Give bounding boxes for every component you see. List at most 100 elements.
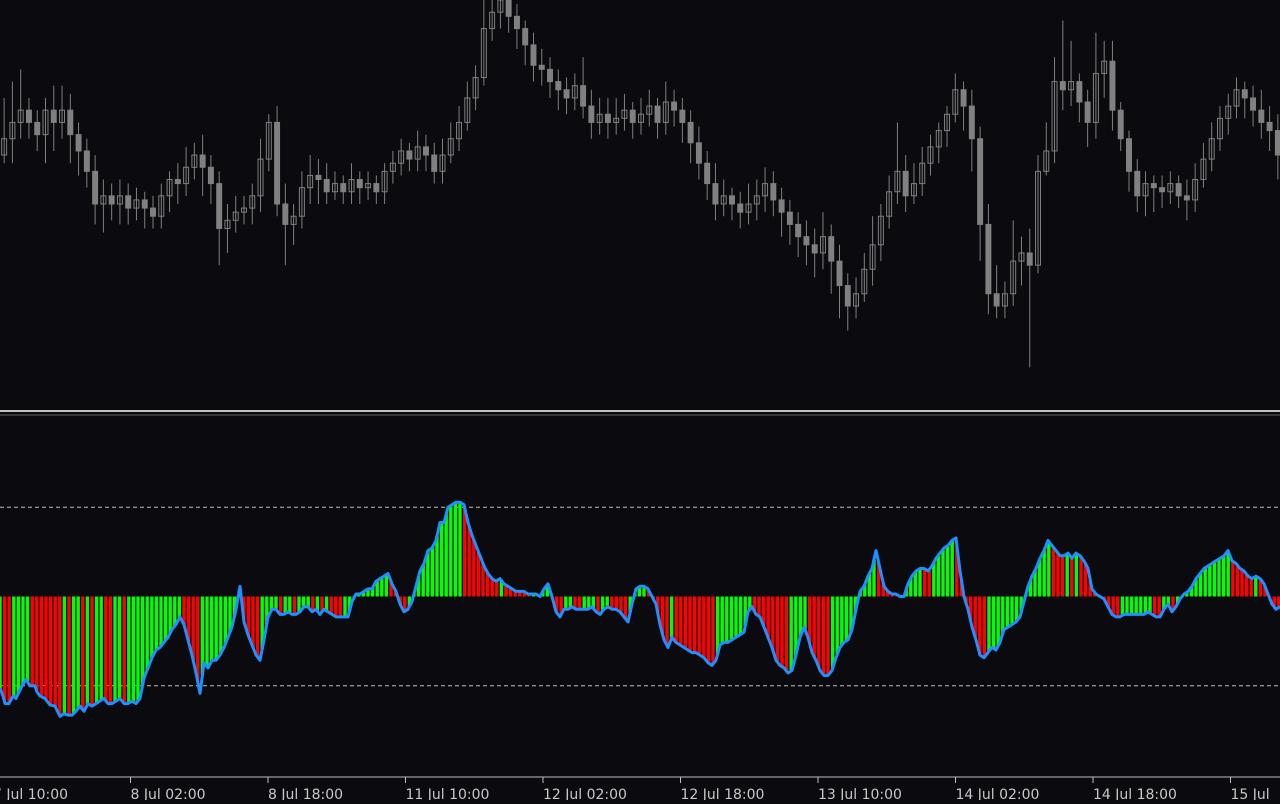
candle-body bbox=[207, 166, 214, 185]
candle-body bbox=[671, 101, 678, 111]
histogram-bar bbox=[150, 596, 154, 659]
histogram-bar bbox=[104, 596, 108, 701]
candle-body bbox=[1241, 89, 1248, 99]
candle-body bbox=[1076, 81, 1083, 103]
histogram-bar bbox=[1125, 596, 1129, 615]
histogram-bar bbox=[1065, 553, 1069, 597]
histogram-bar bbox=[1254, 576, 1258, 597]
histogram-bar bbox=[918, 568, 922, 597]
histogram-bar bbox=[1231, 561, 1235, 597]
candle-body bbox=[513, 15, 520, 30]
histogram-bar bbox=[817, 596, 821, 668]
time-tick-label: 8 Jul 02:00 bbox=[131, 787, 206, 800]
histogram-bar bbox=[449, 505, 453, 597]
time-tick-label: 14 Jul 18:00 bbox=[1093, 787, 1177, 800]
time-tick-label: 13 Jul 10:00 bbox=[818, 787, 902, 800]
histogram-bar bbox=[30, 596, 34, 686]
histogram-bar bbox=[922, 568, 927, 597]
histogram-bar bbox=[2, 596, 7, 703]
candle-body bbox=[811, 244, 818, 254]
candle-body bbox=[1183, 195, 1190, 201]
histogram-bar bbox=[780, 596, 784, 667]
chart-svg: 7 Jul 10:00 8 Jul 02:00 8 Jul 18:00 11 Jul … bbox=[0, 0, 1280, 803]
histogram-bar bbox=[1079, 556, 1083, 597]
candle-body bbox=[505, 0, 512, 17]
time-tick-label: 12 Jul 02:00 bbox=[543, 787, 627, 800]
histogram-bar bbox=[145, 596, 149, 670]
candle-body bbox=[1084, 101, 1091, 123]
histogram-bar bbox=[48, 596, 53, 706]
candle-body bbox=[538, 64, 545, 70]
histogram-bar bbox=[1056, 553, 1060, 597]
time-tick-label: 8 Jul 18:00 bbox=[268, 787, 343, 800]
histogram-bar bbox=[577, 596, 582, 610]
histogram-bar bbox=[0, 596, 2, 689]
histogram-bar bbox=[472, 539, 476, 597]
histogram-bar bbox=[283, 596, 287, 614]
histogram-bar bbox=[58, 596, 62, 716]
histogram-bar bbox=[734, 596, 738, 638]
candle-body bbox=[629, 109, 636, 123]
histogram-bar bbox=[840, 596, 844, 646]
histogram-bar bbox=[812, 596, 816, 657]
candle-body bbox=[274, 121, 281, 205]
candle-body bbox=[1266, 121, 1273, 132]
histogram-bar bbox=[775, 596, 780, 663]
candle-body bbox=[25, 109, 32, 123]
histogram-bar bbox=[725, 596, 729, 643]
histogram-bar bbox=[12, 596, 16, 697]
histogram-bar bbox=[154, 596, 159, 650]
histogram-bar bbox=[1051, 547, 1056, 597]
histogram-bar bbox=[384, 574, 389, 597]
histogram-bar bbox=[1143, 596, 1148, 614]
candle-body bbox=[67, 109, 74, 136]
chart-area[interactable]: 7 Jul 10:00 8 Jul 02:00 8 Jul 18:00 11 Jul … bbox=[0, 0, 1280, 803]
histogram-bar bbox=[108, 596, 113, 704]
candle-body bbox=[199, 154, 206, 168]
candle-body bbox=[728, 195, 735, 205]
histogram-bar bbox=[835, 596, 839, 655]
time-tick-label: 7 Jul 10:00 bbox=[0, 787, 68, 800]
histogram-bar bbox=[467, 526, 471, 597]
histogram-bar bbox=[614, 596, 619, 610]
histogram-bar bbox=[81, 596, 85, 710]
histogram-bar bbox=[94, 596, 99, 704]
histogram-bar bbox=[789, 596, 793, 671]
histogram-bar bbox=[1116, 596, 1120, 617]
candle-body bbox=[1250, 97, 1257, 111]
histogram-bar bbox=[7, 596, 11, 704]
histogram-bar bbox=[168, 596, 172, 634]
candle-body bbox=[1109, 60, 1116, 111]
time-tick-label: 12 Jul 18:00 bbox=[681, 787, 765, 800]
histogram-bar bbox=[255, 596, 260, 658]
histogram-bar bbox=[292, 596, 297, 615]
histogram-bar bbox=[830, 596, 835, 669]
histogram-bar bbox=[1217, 558, 1221, 597]
candle-body bbox=[282, 203, 289, 225]
candle-body bbox=[977, 138, 984, 225]
histogram-bar bbox=[495, 580, 499, 597]
histogram-bar bbox=[131, 596, 136, 702]
histogram-bar bbox=[982, 596, 987, 658]
histogram-bar bbox=[334, 596, 338, 617]
candle-body bbox=[555, 81, 562, 91]
histogram-bar bbox=[1134, 596, 1138, 615]
histogram-bar bbox=[140, 596, 145, 686]
histogram-bar bbox=[214, 596, 218, 660]
histogram-bar bbox=[430, 547, 435, 597]
histogram-bar bbox=[674, 596, 678, 643]
candle-body bbox=[216, 183, 223, 229]
histogram-bar bbox=[987, 596, 991, 652]
candle-body bbox=[1134, 170, 1141, 197]
candle-body bbox=[654, 105, 661, 123]
candle-body bbox=[406, 150, 413, 160]
candle-body bbox=[323, 179, 330, 193]
candle-body bbox=[993, 293, 1000, 307]
histogram-bar bbox=[90, 596, 94, 707]
time-tick-label: 14 Jul 02:00 bbox=[956, 787, 1040, 800]
candle-body bbox=[1150, 183, 1157, 189]
candle-body bbox=[547, 68, 554, 83]
histogram-bar bbox=[1010, 596, 1014, 625]
histogram-bar bbox=[1139, 596, 1143, 615]
histogram-bar bbox=[706, 596, 711, 664]
